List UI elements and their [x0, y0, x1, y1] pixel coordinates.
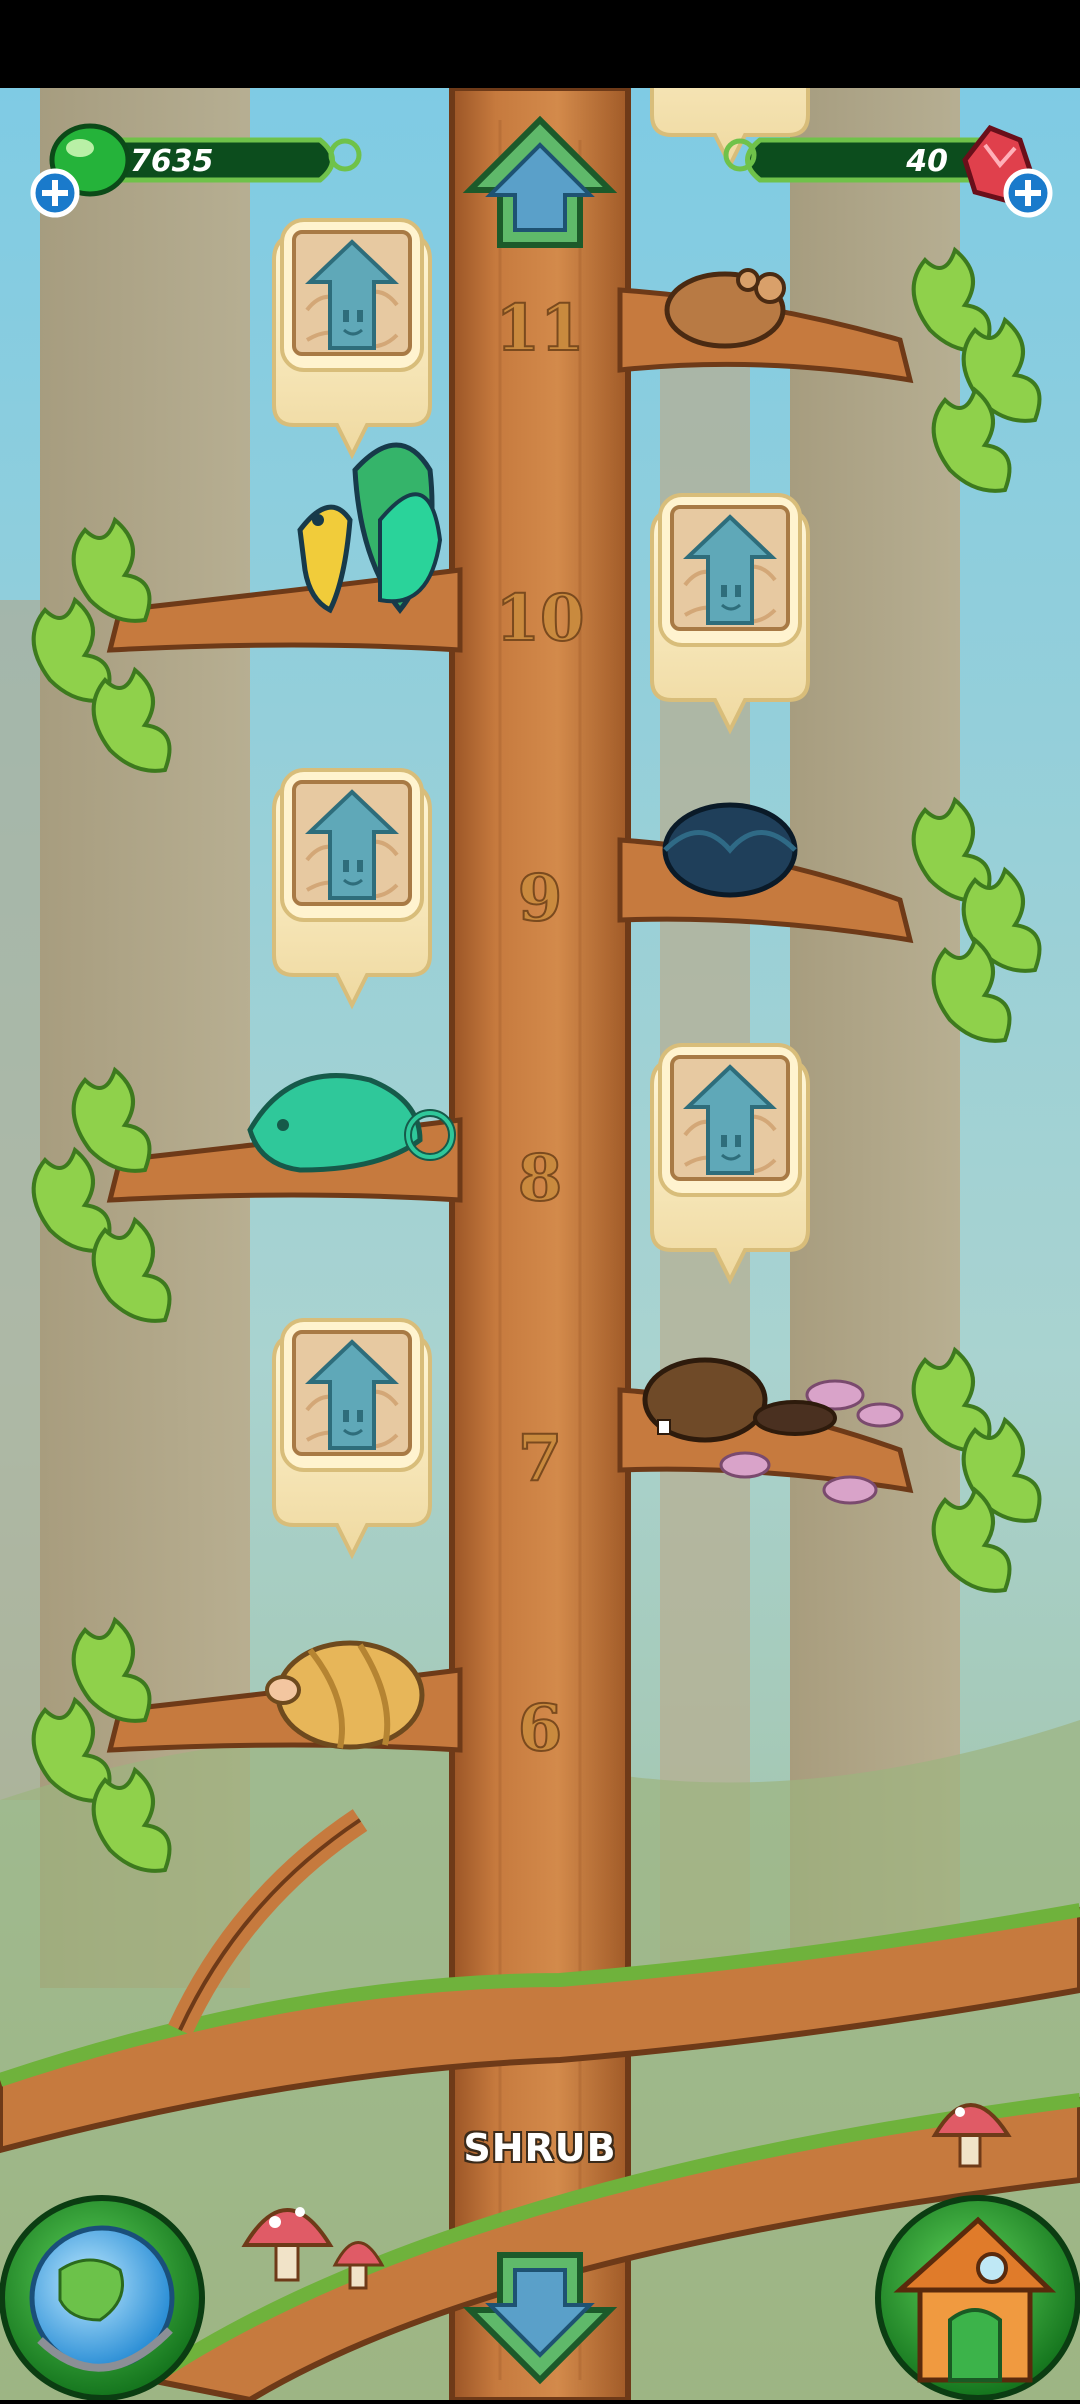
- branch-number-10: 10: [495, 581, 584, 656]
- globe-button[interactable]: [0, 2195, 205, 2401]
- branch-number-6: 6: [518, 1691, 563, 1766]
- currency-left-value: 7635: [130, 144, 214, 179]
- add-crystals-button[interactable]: [1003, 168, 1053, 218]
- branch-number-9: 9: [518, 861, 563, 936]
- currency-right-value: 40: [905, 144, 948, 179]
- zone-label: SHRUB: [463, 2126, 617, 2170]
- upgrade-card-8[interactable]: [650, 1043, 810, 1282]
- upgrade-card-7[interactable]: [272, 1318, 432, 1557]
- status-bar-area: [0, 0, 1080, 88]
- beetle-creature[interactable]: [662, 802, 798, 898]
- upgrade-card-11[interactable]: [272, 218, 432, 457]
- branch-number-7: 7: [518, 1421, 563, 1496]
- upgrade-card-10[interactable]: [650, 493, 810, 732]
- upgrade-card-9[interactable]: [272, 768, 432, 1007]
- add-gems-button[interactable]: [30, 168, 80, 218]
- branch-number-8: 8: [518, 1141, 563, 1216]
- hamster-creature[interactable]: [664, 268, 786, 349]
- game-scene: 11 10 9 8 7 6 7635 40 SHRUB: [0, 0, 1080, 2404]
- home-button[interactable]: [875, 2195, 1080, 2401]
- branch-number-11: 11: [495, 291, 584, 366]
- zone-label-container: SHRUB: [440, 2118, 640, 2178]
